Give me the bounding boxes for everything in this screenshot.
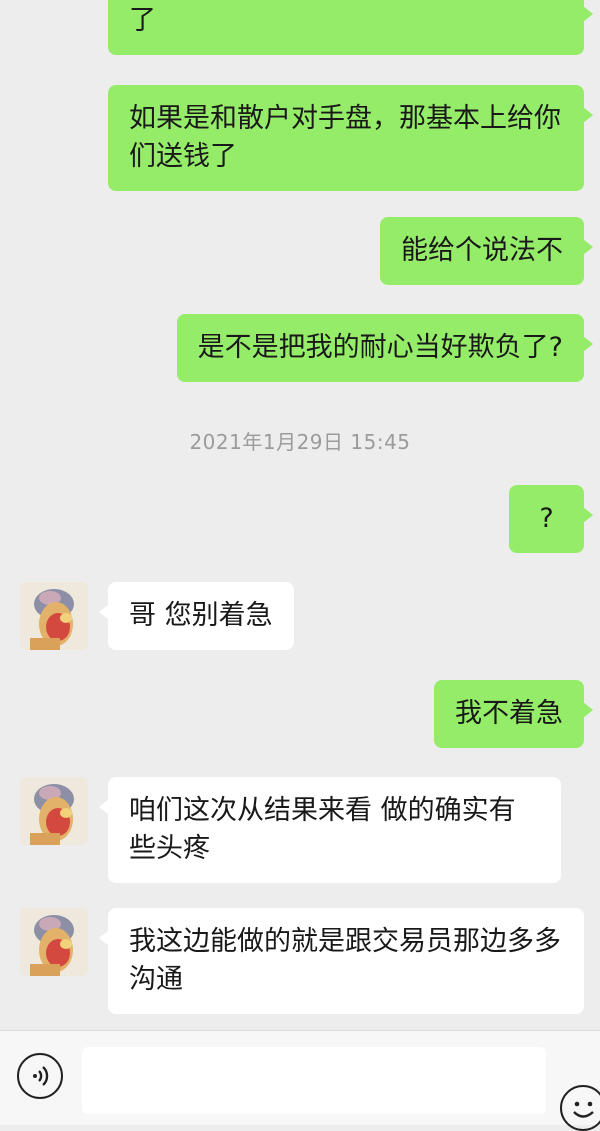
voice-waves-icon <box>33 1066 49 1086</box>
message-bubble-sent[interactable]: ? <box>509 485 593 553</box>
message-row: 如果是和散户对手盘，那基本上给你们送钱了 <box>108 85 593 191</box>
message-bubble-sent[interactable]: 能给个说法不 <box>380 217 593 285</box>
chat-input-bar <box>0 1030 600 1131</box>
message-text: ? <box>539 503 554 534</box>
message-text: 咱们这次从结果来看 做的确实有些头疼 <box>129 795 516 864</box>
message-text: 哥 您别着急 <box>129 600 273 631</box>
message-row: 咱们这次从结果来看 做的确实有些头疼 <box>20 777 561 883</box>
message-text: 我不着急 <box>455 698 563 729</box>
avatar-image <box>20 777 88 845</box>
message-row: 是不是把我的耐心当好欺负了? <box>176 314 594 382</box>
message-row: ? <box>509 485 593 553</box>
message-text: 是不是把我的耐心当好欺负了? <box>197 332 563 363</box>
message-row: 能给个说法不 <box>380 217 593 285</box>
chat-timestamp: 2021年1月29日 15:45 <box>189 430 411 454</box>
message-text: 了 <box>129 5 156 36</box>
message-bubble-received[interactable]: 我这边能做的就是跟交易员那边多多沟通 <box>99 908 584 1014</box>
contact-avatar[interactable] <box>20 777 88 845</box>
smiley-face-icon <box>573 1101 594 1118</box>
chat-history[interactable]: 了 如果是和散户对手盘，那基本上给你们送钱了 能给个说法不 是不是把我的耐心当好… <box>0 0 600 1030</box>
emoji-icon[interactable] <box>560 1085 600 1131</box>
message-bubble-sent[interactable]: 了 <box>108 0 593 55</box>
avatar-image <box>20 908 88 976</box>
message-row: 了 <box>108 0 593 55</box>
message-bubble-received[interactable]: 哥 您别着急 <box>99 582 294 650</box>
message-row: 我不着急 <box>434 680 593 748</box>
message-text: 我这边能做的就是跟交易员那边多多沟通 <box>129 926 561 995</box>
message-bubble-sent[interactable]: 如果是和散户对手盘，那基本上给你们送钱了 <box>108 85 593 191</box>
message-bubble-received[interactable]: 咱们这次从结果来看 做的确实有些头疼 <box>99 777 561 883</box>
message-row: 哥 您别着急 <box>20 582 294 650</box>
voice-icon[interactable] <box>17 1053 63 1099</box>
message-row: 我这边能做的就是跟交易员那边多多沟通 <box>20 908 584 1014</box>
message-bubble-sent[interactable]: 是不是把我的耐心当好欺负了? <box>176 314 594 382</box>
message-text: 能给个说法不 <box>401 235 563 266</box>
message-text: 如果是和散户对手盘，那基本上给你们送钱了 <box>129 103 561 172</box>
message-bubble-sent[interactable]: 我不着急 <box>434 680 593 748</box>
contact-avatar[interactable] <box>20 908 88 976</box>
contact-avatar[interactable] <box>20 582 88 650</box>
message-input[interactable] <box>82 1047 546 1114</box>
avatar-image <box>20 582 88 650</box>
